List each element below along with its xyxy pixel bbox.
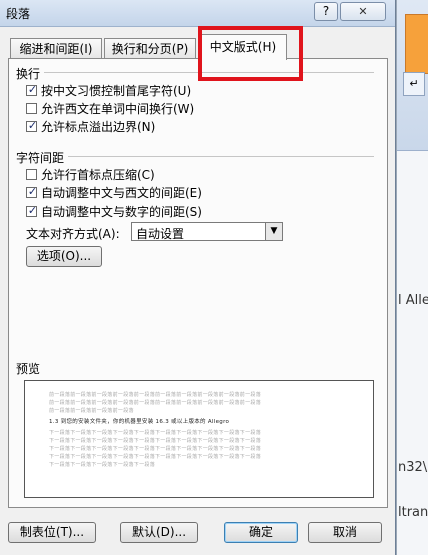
checkbox[interactable] xyxy=(26,168,37,180)
paragraph-dialog: 段落 ? ✕ 缩进和间距(I) 换行和分页(P) 中文版式(H) 换行 ✓ 按中… xyxy=(0,0,396,555)
preview-line: 下一段落下一段落下一段落下一段落下一段落下一段落下一段落下一段落下一段落下一段落 xyxy=(49,438,262,444)
checkbox-row[interactable]: ✓ 自动调整中文与西文的间距(E) xyxy=(26,184,202,200)
preview-line: 下一段落下一段落下一段落下一段落下一段落 xyxy=(49,462,156,468)
checkbox[interactable]: ✓ xyxy=(26,203,38,217)
preview-heading: 预览 xyxy=(16,362,41,376)
background-text: n32\ xyxy=(398,460,428,475)
chevron-down-icon[interactable]: ▼ xyxy=(265,223,282,240)
check-icon: ✓ xyxy=(27,82,38,96)
preview-line: 前一段落前一段落前一段落前一段落前一段落前一段落前一段落前一段落前一段落前一段落 xyxy=(49,392,262,398)
checkbox[interactable] xyxy=(26,102,37,114)
background-text: ltrans xyxy=(398,505,428,520)
checkbox[interactable]: ✓ xyxy=(26,82,38,96)
cancel-button[interactable]: 取消 xyxy=(308,522,382,543)
ok-button[interactable]: 确定 xyxy=(224,522,298,543)
text-align-label: 文本对齐方式(A): xyxy=(26,227,120,241)
checkbox-row[interactable]: 允许行首标点压缩(C) xyxy=(26,166,155,182)
checkbox-row[interactable]: 允许西文在单词中间换行(W) xyxy=(26,100,194,116)
preview-box: 前一段落前一段落前一段落前一段落前一段落前一段落前一段落前一段落前一段落前一段落… xyxy=(24,380,374,498)
background-window: ↵ l Alle n32\ ltrans xyxy=(396,0,428,555)
preview-line: 下一段落下一段落下一段落下一段落下一段落下一段落下一段落下一段落下一段落下一段落 xyxy=(49,454,262,460)
dialog-title: 段落 xyxy=(6,7,31,21)
background-ribbon-tab xyxy=(405,14,428,74)
options-button[interactable]: 选项(O)... xyxy=(26,246,102,267)
separator xyxy=(68,156,374,157)
tab-line-page-breaks[interactable]: 换行和分页(P) xyxy=(104,38,196,58)
checkbox-label: 允许行首标点压缩(C) xyxy=(41,167,155,182)
preview-line: 下一段落下一段落下一段落下一段落下一段落下一段落下一段落下一段落下一段落下一段落 xyxy=(49,446,262,452)
section-heading: 字符间距 xyxy=(16,151,65,165)
highlight-annotation xyxy=(198,26,303,81)
preview-line: 前一段落前一段落前一段落前一段落 xyxy=(49,408,134,414)
close-button[interactable]: ✕ xyxy=(340,2,386,21)
section-heading: 换行 xyxy=(16,67,41,81)
checkbox[interactable]: ✓ xyxy=(26,118,38,132)
checkbox-label: 按中文习惯控制首尾字符(U) xyxy=(41,83,192,98)
checkbox-row[interactable]: ✓ 自动调整中文与数字的间距(S) xyxy=(26,203,202,219)
checkbox[interactable]: ✓ xyxy=(26,184,38,198)
set-default-button[interactable]: 默认(D)... xyxy=(120,522,198,543)
preview-line: 下一段落下一段落下一段落下一段落下一段落下一段落下一段落下一段落下一段落下一段落 xyxy=(49,430,262,436)
checkbox-label: 允许西文在单词中间换行(W) xyxy=(41,101,195,116)
tab-indent-spacing[interactable]: 缩进和间距(I) xyxy=(10,38,102,58)
preview-line: 前一段落前一段落前一段落前一段落前一段落前一段落前一段落前一段落前一段落前一段落 xyxy=(49,400,262,406)
check-icon: ✓ xyxy=(27,118,38,132)
checkbox-label: 允许标点溢出边界(N) xyxy=(41,119,156,134)
background-ribbon-button[interactable]: ↵ xyxy=(403,72,425,96)
check-icon: ✓ xyxy=(27,203,38,217)
checkbox-label: 自动调整中文与数字的间距(S) xyxy=(41,204,202,219)
close-icon: ✕ xyxy=(358,5,368,18)
background-ribbon: ↵ xyxy=(397,0,428,151)
checkbox-row[interactable]: ✓ 按中文习惯控制首尾字符(U) xyxy=(26,82,191,98)
title-bar[interactable]: 段落 ? ✕ xyxy=(0,0,395,27)
background-text: l Alle xyxy=(398,293,428,308)
help-button[interactable]: ? xyxy=(314,2,338,21)
checkbox-row[interactable]: ✓ 允许标点溢出边界(N) xyxy=(26,118,155,134)
text-align-select[interactable]: 自动设置 ▼ xyxy=(131,222,283,241)
tabs-button[interactable]: 制表位(T)... xyxy=(8,522,96,543)
text-align-value: 自动设置 xyxy=(136,227,185,241)
checkbox-label: 自动调整中文与西文的间距(E) xyxy=(41,185,202,200)
preview-line-current: 1.3 到您的安装文件夹，你的机器里安装 16.3 或以上版本的 Allegro xyxy=(49,419,230,425)
check-icon: ✓ xyxy=(27,184,38,198)
